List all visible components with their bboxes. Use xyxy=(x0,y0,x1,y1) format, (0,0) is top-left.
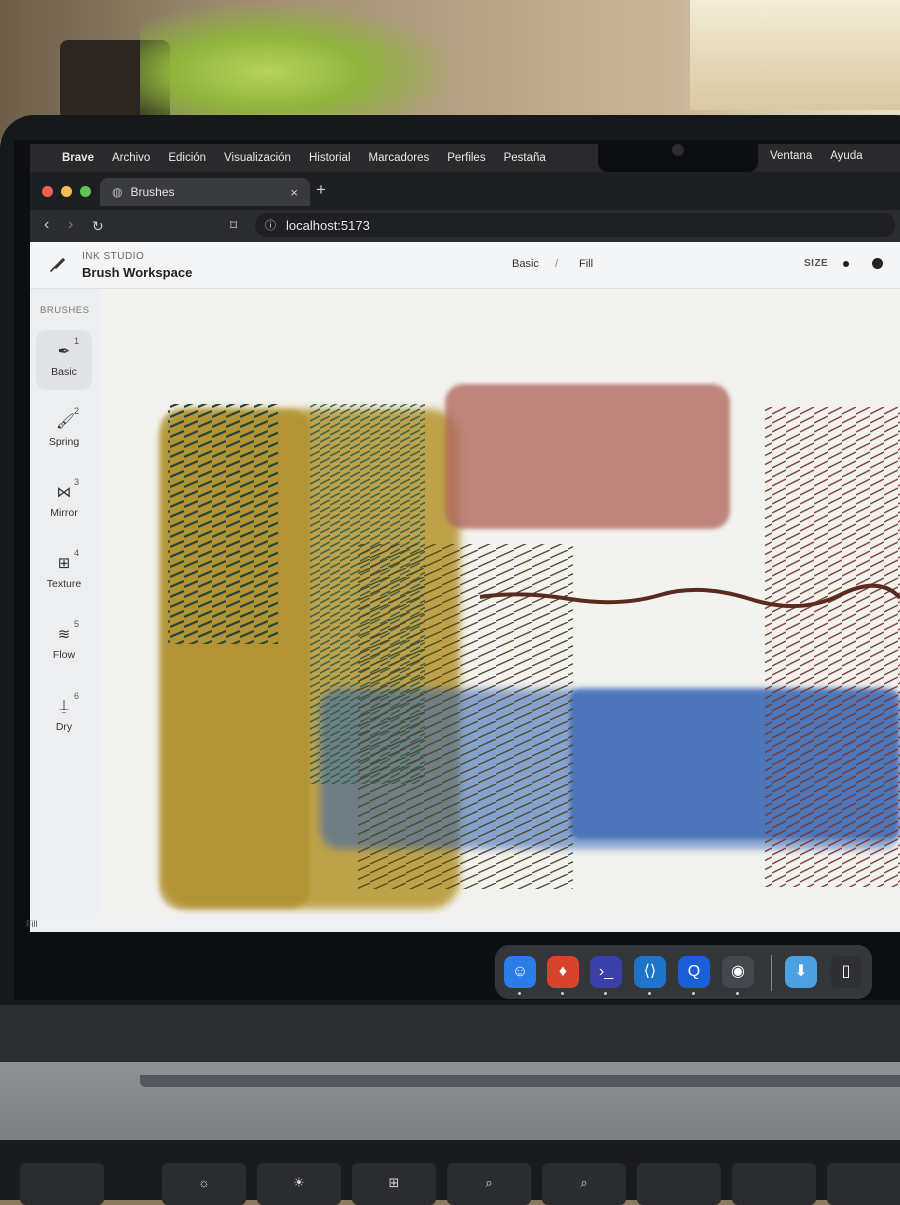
menu-marcadores[interactable]: Marcadores xyxy=(369,152,430,164)
brush-name: Mirror xyxy=(50,507,78,519)
bookmark-icon[interactable]: ⌑ xyxy=(230,217,237,234)
brush-name: Basic xyxy=(51,366,77,378)
plant xyxy=(140,0,460,120)
brushes-label: BRUSHES xyxy=(40,305,90,316)
site-info-icon[interactable]: ⓘ xyxy=(265,217,276,233)
key-dictation[interactable]: ⌕ xyxy=(542,1163,626,1205)
key-f7[interactable] xyxy=(732,1163,816,1205)
key-f6[interactable] xyxy=(637,1163,721,1205)
key-f8[interactable] xyxy=(827,1163,900,1205)
menu-archivo[interactable]: Archivo xyxy=(112,152,150,164)
tab-brushes[interactable]: ◍ Brushes × xyxy=(100,178,310,206)
quicktime-icon[interactable]: Q xyxy=(678,956,710,988)
back-icon[interactable]: ‹ xyxy=(44,216,49,234)
brush-number: 6 xyxy=(74,691,80,701)
brush-name: Dry xyxy=(55,721,73,733)
brush-name: Texture xyxy=(46,578,82,590)
url-field[interactable]: ⓘ localhost:5173 xyxy=(255,213,895,237)
menu-ventana[interactable]: Ventana xyxy=(770,150,812,162)
status-text: Fill xyxy=(26,919,38,929)
size-small-dot[interactable] xyxy=(843,261,849,267)
brush-dry[interactable]: ⍊ 6 Dry xyxy=(36,685,92,745)
canvas-artwork xyxy=(160,384,900,909)
menu-historial[interactable]: Historial xyxy=(309,152,351,164)
brush-flow[interactable]: ≋ 5 Flow xyxy=(36,613,92,673)
forward-icon[interactable]: › xyxy=(68,216,73,234)
drawing-canvas[interactable] xyxy=(100,289,900,914)
menu-perfiles[interactable]: Perfiles xyxy=(447,152,485,164)
key-mission-control[interactable]: ⊞ xyxy=(352,1163,436,1205)
brush-number: 2 xyxy=(74,406,80,416)
size-large-dot[interactable] xyxy=(872,258,883,269)
running-indicator xyxy=(518,992,521,995)
breadcrumb-separator: / xyxy=(555,258,559,270)
running-indicator xyxy=(604,992,607,995)
key-escape[interactable] xyxy=(20,1163,104,1205)
brush-spring[interactable]: 🖌 2 Spring xyxy=(36,400,92,460)
globe-icon: ◍ xyxy=(112,185,123,199)
menu-pestana[interactable]: Pestaña xyxy=(504,152,546,164)
menu-ayuda[interactable]: Ayuda xyxy=(830,150,862,162)
hinge-lip xyxy=(140,1075,900,1087)
running-indicator xyxy=(736,992,739,995)
key-brightness-down[interactable]: ☼ xyxy=(162,1163,246,1205)
brown-hatch xyxy=(765,407,900,887)
close-tab-icon[interactable]: × xyxy=(290,185,298,200)
dock-separator xyxy=(771,955,772,991)
background-door xyxy=(690,0,900,110)
brush-number: 5 xyxy=(74,619,80,629)
tab-title: Brushes xyxy=(130,185,175,199)
brush-name: Spring xyxy=(48,436,80,448)
brush-icon: 🖌 xyxy=(56,413,76,430)
trash-icon[interactable]: ▯ xyxy=(830,956,862,988)
size-label: SIZE xyxy=(804,258,829,269)
breadcrumb-basic[interactable]: Basic xyxy=(512,258,539,270)
teal-hatch-dense xyxy=(168,404,278,644)
brush-basic[interactable]: ✒ 1 Basic xyxy=(36,330,92,390)
brush-texture[interactable]: ⊞ 4 Texture xyxy=(36,542,92,602)
mirror-icon: ⋈ xyxy=(56,484,72,501)
rose-wash xyxy=(445,384,730,529)
workspace-title: Brush Workspace xyxy=(82,265,193,280)
key-spotlight[interactable]: ⌕ xyxy=(447,1163,531,1205)
menu-bar-right: Ventana Ayuda xyxy=(770,150,881,162)
close-window-button[interactable] xyxy=(42,186,53,197)
vscode-icon[interactable]: ⟨⟩ xyxy=(634,956,666,988)
brush-number: 4 xyxy=(74,548,80,558)
menu-visualizacion[interactable]: Visualización xyxy=(224,152,291,164)
disk-utility-icon[interactable]: ◉ xyxy=(722,956,754,988)
camera xyxy=(672,144,684,156)
zoom-window-button[interactable] xyxy=(80,186,91,197)
url-text: localhost:5173 xyxy=(286,217,370,233)
pen-nib-icon: ✒ xyxy=(57,343,71,360)
terminal-icon[interactable]: ›_ xyxy=(590,956,622,988)
running-indicator xyxy=(648,992,651,995)
running-indicator xyxy=(692,992,695,995)
brush-logo-icon xyxy=(48,256,66,274)
brave-icon[interactable]: ♦ xyxy=(547,956,579,988)
brush-name: Flow xyxy=(52,649,76,661)
dry-brush-icon: ⍊ xyxy=(59,697,69,714)
new-tab-button[interactable]: + xyxy=(316,180,326,200)
studio-label: INK STUDIO xyxy=(82,251,145,262)
key-brightness-up[interactable]: ☀ xyxy=(257,1163,341,1205)
running-indicator xyxy=(561,992,564,995)
reload-icon[interactable]: ↻ xyxy=(92,218,104,235)
grid-icon: ⊞ xyxy=(57,555,71,572)
menu-brave[interactable]: Brave xyxy=(62,152,94,164)
brush-number: 3 xyxy=(74,477,80,487)
downloads-icon[interactable]: ⬇ xyxy=(785,956,817,988)
brush-mirror[interactable]: ⋈ 3 Mirror xyxy=(36,471,92,531)
menu-edicion[interactable]: Edición xyxy=(168,152,206,164)
brush-number: 1 xyxy=(74,336,80,346)
waves-icon: ≋ xyxy=(57,626,71,643)
minimize-window-button[interactable] xyxy=(61,186,72,197)
finder-icon[interactable]: ☺ xyxy=(504,956,536,988)
breadcrumb-fill[interactable]: Fill xyxy=(579,258,593,270)
